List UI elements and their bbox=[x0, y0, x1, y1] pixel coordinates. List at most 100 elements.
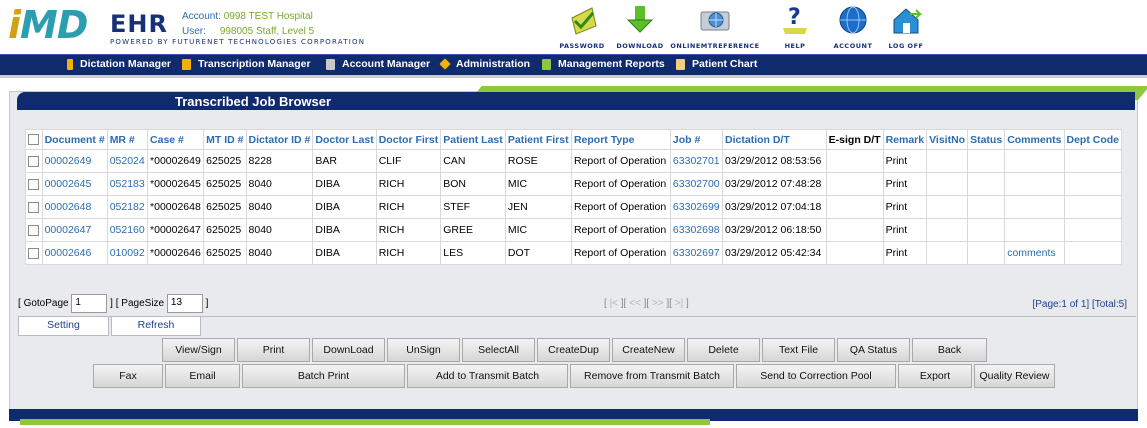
col-visit-no[interactable]: VisitNo bbox=[926, 129, 969, 150]
qa-status-button[interactable]: QA Status bbox=[837, 338, 910, 362]
mr-link[interactable]: 010092 bbox=[106, 241, 149, 265]
export-button[interactable]: Export bbox=[898, 364, 972, 388]
dictation-dt-cell: 03/29/2012 08:53:56 bbox=[722, 149, 827, 173]
esign-dt-cell bbox=[825, 172, 884, 196]
row-select-cell[interactable] bbox=[25, 149, 43, 173]
case-cell: *00002648 bbox=[147, 195, 205, 219]
table-row[interactable]: 00002646 010092 *00002646 625025 8040 DI… bbox=[25, 241, 1122, 265]
row-checkbox[interactable] bbox=[28, 155, 39, 167]
create-new-button[interactable]: CreateNew bbox=[612, 338, 685, 362]
page-size-input[interactable]: 13 bbox=[166, 294, 203, 313]
view-sign-button[interactable]: View/Sign bbox=[162, 338, 235, 362]
col-patient-last[interactable]: Patient Last bbox=[440, 129, 506, 150]
row-checkbox[interactable] bbox=[28, 178, 39, 190]
col-mt-id[interactable]: MT ID # bbox=[203, 129, 247, 150]
job-link[interactable]: 63302700 bbox=[669, 172, 724, 196]
send-to-correction-pool-button[interactable]: Send to Correction Pool bbox=[736, 364, 896, 388]
comments-cell[interactable] bbox=[1004, 218, 1065, 242]
table-row[interactable]: 00002645 052183 *00002645 625025 8040 DI… bbox=[25, 172, 1122, 196]
status-cell bbox=[967, 172, 1006, 196]
mt-id-cell: 625025 bbox=[203, 172, 247, 196]
nav-dictation-manager[interactable]: Dictation Manager bbox=[67, 58, 171, 70]
row-checkbox[interactable] bbox=[28, 224, 39, 236]
mr-link[interactable]: 052182 bbox=[106, 195, 149, 219]
job-link[interactable]: 63302698 bbox=[669, 218, 724, 242]
mr-link[interactable]: 052160 bbox=[106, 218, 149, 242]
add-to-transmit-batch-button[interactable]: Add to Transmit Batch bbox=[407, 364, 568, 388]
col-esign-dt[interactable]: E-sign D/T bbox=[825, 129, 884, 150]
col-status[interactable]: Status bbox=[967, 129, 1006, 150]
refresh-tab[interactable]: Refresh bbox=[111, 317, 201, 336]
logoff-button[interactable]: LOG OFF bbox=[861, 4, 951, 50]
nav-administration[interactable]: Administration bbox=[439, 58, 530, 70]
col-case[interactable]: Case # bbox=[147, 129, 205, 150]
row-select-cell[interactable] bbox=[25, 241, 43, 265]
document-link[interactable]: 00002648 bbox=[41, 195, 108, 219]
next-page-icon[interactable]: >> bbox=[652, 298, 664, 309]
remove-from-transmit-batch-button[interactable]: Remove from Transmit Batch bbox=[570, 364, 734, 388]
col-patient-first[interactable]: Patient First bbox=[504, 129, 572, 150]
select-all-checkbox[interactable] bbox=[28, 134, 39, 146]
setting-tab[interactable]: Setting bbox=[18, 317, 109, 336]
document-link[interactable]: 00002645 bbox=[41, 172, 108, 196]
comments-cell[interactable] bbox=[1004, 149, 1065, 173]
col-dictation-dt[interactable]: Dictation D/T bbox=[722, 129, 827, 150]
first-page-icon[interactable]: |< bbox=[610, 298, 618, 309]
spreadsheet-icon bbox=[542, 58, 551, 70]
table-row[interactable]: 00002649 052024 *00002649 625025 8228 BA… bbox=[25, 149, 1122, 173]
document-link[interactable]: 00002646 bbox=[41, 241, 108, 265]
logoff-icon bbox=[893, 8, 922, 34]
patient-last-cell: BON bbox=[440, 172, 506, 196]
row-checkbox[interactable] bbox=[28, 247, 39, 259]
select-all-button[interactable]: SelectAll bbox=[462, 338, 535, 362]
nav-management-reports[interactable]: Management Reports bbox=[542, 58, 665, 70]
prev-page-icon[interactable]: << bbox=[629, 298, 641, 309]
back-button[interactable]: Back bbox=[912, 338, 987, 362]
job-link[interactable]: 63302701 bbox=[669, 149, 724, 173]
job-link[interactable]: 63302697 bbox=[669, 241, 724, 265]
comments-link[interactable]: comments bbox=[1004, 241, 1065, 265]
mr-link[interactable]: 052024 bbox=[106, 149, 149, 173]
nav-account-manager[interactable]: Account Manager bbox=[326, 58, 430, 70]
last-page-icon[interactable]: >| bbox=[675, 298, 683, 309]
col-mr[interactable]: MR # bbox=[106, 129, 149, 150]
delete-button[interactable]: Delete bbox=[687, 338, 760, 362]
online-reference-button[interactable]: ONLINEMTREFERENCE bbox=[670, 4, 760, 50]
col-doctor-last[interactable]: Doctor Last bbox=[312, 129, 377, 150]
print-button[interactable]: Print bbox=[237, 338, 310, 362]
row-select-cell[interactable] bbox=[25, 195, 43, 219]
create-dup-button[interactable]: CreateDup bbox=[537, 338, 610, 362]
col-document[interactable]: Document # bbox=[41, 129, 108, 150]
batch-print-button[interactable]: Batch Print bbox=[242, 364, 405, 388]
comments-cell[interactable] bbox=[1004, 172, 1065, 196]
select-all-header[interactable] bbox=[25, 129, 43, 150]
col-dictator-id[interactable]: Dictator ID # bbox=[245, 129, 314, 150]
row-checkbox[interactable] bbox=[28, 201, 39, 213]
table-row[interactable]: 00002647 052160 *00002647 625025 8040 DI… bbox=[25, 218, 1122, 242]
col-report-type[interactable]: Report Type bbox=[570, 129, 671, 150]
nav-patient-chart[interactable]: Patient Chart bbox=[676, 58, 757, 70]
goto-page-label: GotoPage bbox=[23, 298, 69, 310]
document-link[interactable]: 00002647 bbox=[41, 218, 108, 242]
mr-link[interactable]: 052183 bbox=[106, 172, 149, 196]
col-dept-code[interactable]: Dept Code bbox=[1063, 129, 1122, 150]
fax-button[interactable]: Fax bbox=[93, 364, 163, 388]
col-doctor-first[interactable]: Doctor First bbox=[375, 129, 442, 150]
text-file-button[interactable]: Text File bbox=[762, 338, 835, 362]
download-doc-button[interactable]: DownLoad bbox=[312, 338, 385, 362]
col-remark[interactable]: Remark bbox=[882, 129, 928, 150]
doctor-last-cell: DIBA bbox=[312, 172, 377, 196]
row-select-cell[interactable] bbox=[25, 218, 43, 242]
quality-review-button[interactable]: Quality Review bbox=[974, 364, 1055, 388]
nav-transcription-manager[interactable]: Transcription Manager bbox=[182, 58, 311, 70]
document-link[interactable]: 00002649 bbox=[41, 149, 108, 173]
unsign-button[interactable]: UnSign bbox=[387, 338, 460, 362]
table-row[interactable]: 00002648 052182 *00002648 625025 8040 DI… bbox=[25, 195, 1122, 219]
goto-page-input[interactable]: 1 bbox=[71, 294, 108, 313]
email-button[interactable]: Email bbox=[165, 364, 240, 388]
row-select-cell[interactable] bbox=[25, 172, 43, 196]
comments-cell[interactable] bbox=[1004, 195, 1065, 219]
job-link[interactable]: 63302699 bbox=[669, 195, 724, 219]
col-job[interactable]: Job # bbox=[669, 129, 724, 150]
col-comments[interactable]: Comments bbox=[1004, 129, 1065, 150]
